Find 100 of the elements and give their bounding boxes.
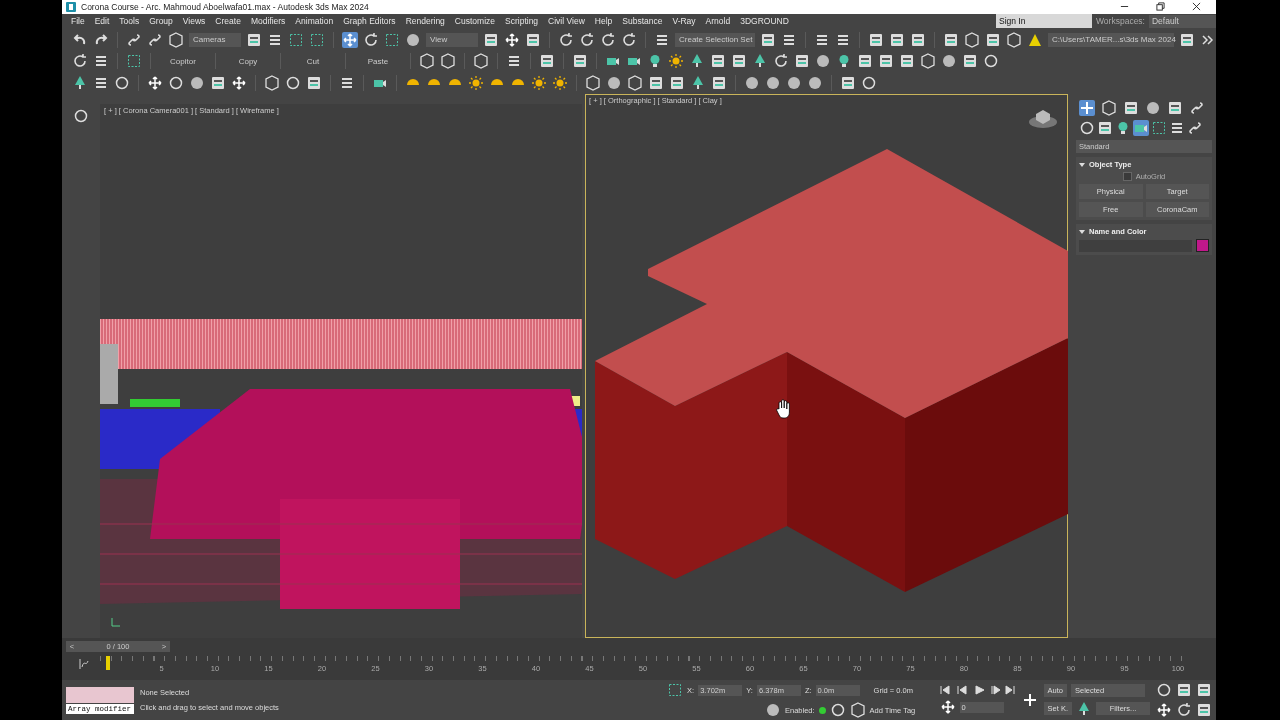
- panel-icon[interactable]: [962, 53, 978, 70]
- menu-item[interactable]: Edit: [89, 16, 115, 27]
- panel-icon[interactable]: [525, 31, 541, 48]
- playback-controls-icon[interactable]: [939, 685, 1016, 695]
- ring-icon[interactable]: [829, 702, 846, 718]
- square-icon[interactable]: [288, 31, 304, 48]
- panel-icon[interactable]: [794, 53, 810, 70]
- menu-item[interactable]: Customize: [449, 16, 500, 27]
- tree-icon[interactable]: [72, 75, 88, 92]
- square-icon[interactable]: [1151, 120, 1167, 136]
- sphere-icon[interactable]: [405, 31, 421, 48]
- view-dropdown[interactable]: View: [426, 32, 478, 47]
- menu-item[interactable]: Rendering: [400, 16, 450, 27]
- panel-icon[interactable]: [710, 53, 726, 70]
- panel-icon[interactable]: [711, 75, 727, 92]
- ring-icon[interactable]: [1079, 120, 1095, 136]
- rotate-icon[interactable]: [72, 53, 88, 70]
- curve-editor-icon[interactable]: [78, 658, 90, 670]
- caret-icon[interactable]: [1079, 228, 1085, 235]
- rotate-icon[interactable]: [363, 31, 379, 48]
- menu-item[interactable]: Graph Editors: [338, 16, 401, 27]
- panel-icon[interactable]: [1176, 682, 1192, 698]
- toolbar-button[interactable]: Copy: [224, 56, 272, 66]
- menu-item[interactable]: Views: [177, 16, 211, 27]
- tree-icon[interactable]: [752, 53, 768, 70]
- panel-icon[interactable]: [889, 31, 905, 48]
- panel-icon[interactable]: [1167, 100, 1183, 116]
- toolbar-button[interactable]: Copitor: [159, 56, 207, 66]
- move-icon[interactable]: [231, 75, 247, 92]
- sun-icon[interactable]: [468, 75, 484, 92]
- sphere-icon[interactable]: [786, 75, 802, 92]
- panel-icon[interactable]: [572, 53, 588, 70]
- sun-icon[interactable]: [668, 53, 684, 70]
- project-path-dropdown[interactable]: C:\Users\TAMER...s\3ds Max 2024: [1048, 32, 1174, 47]
- menu-item[interactable]: Animation: [290, 16, 339, 27]
- close-icon[interactable]: [1192, 2, 1201, 12]
- menu-item[interactable]: File: [66, 16, 90, 27]
- panel-icon[interactable]: [840, 75, 856, 92]
- sphere-icon[interactable]: [606, 75, 622, 92]
- panel-icon[interactable]: [1196, 682, 1212, 698]
- panel-icon[interactable]: [1196, 702, 1212, 718]
- sun-icon[interactable]: [552, 75, 568, 92]
- sphere-icon[interactable]: [764, 702, 781, 718]
- menu-item[interactable]: Substance: [617, 16, 668, 27]
- tree-icon[interactable]: [689, 53, 705, 70]
- sphere-icon[interactable]: [815, 53, 831, 70]
- script-listener-field[interactable]: [66, 686, 134, 703]
- time-marker[interactable]: [106, 656, 110, 670]
- menu-item[interactable]: Modifiers: [245, 16, 291, 27]
- menu-item[interactable]: 3DGROUND: [735, 16, 794, 27]
- ring-icon[interactable]: [168, 75, 184, 92]
- selection-set-dropdown[interactable]: Create Selection Set: [675, 32, 755, 47]
- panel-icon[interactable]: [760, 31, 776, 48]
- menu-item[interactable]: V-Ray: [667, 16, 701, 27]
- sun-icon[interactable]: [531, 75, 547, 92]
- square-icon[interactable]: [667, 682, 684, 698]
- rotate-icon[interactable]: [773, 53, 789, 70]
- ring-icon[interactable]: [983, 53, 999, 70]
- move-icon[interactable]: [1156, 702, 1172, 718]
- panel-icon[interactable]: [899, 53, 915, 70]
- sign-in-dropdown[interactable]: Sign In: [996, 14, 1092, 29]
- menu-item[interactable]: Civil View: [543, 16, 590, 27]
- panel-icon[interactable]: [210, 75, 226, 92]
- ring-icon[interactable]: [861, 75, 877, 92]
- ring-icon[interactable]: [114, 75, 130, 92]
- toolbar-button[interactable]: Cut: [289, 56, 337, 66]
- panel-icon[interactable]: [878, 53, 894, 70]
- square-icon[interactable]: [309, 31, 325, 48]
- autogrid-checkbox[interactable]: [1122, 172, 1132, 181]
- toolbar-button[interactable]: Paste: [354, 56, 402, 66]
- color-swatch[interactable]: [1196, 239, 1209, 252]
- rotate-icon[interactable]: [579, 31, 595, 48]
- menu-item[interactable]: Scripting: [500, 16, 544, 27]
- panel-icon[interactable]: [669, 75, 685, 92]
- panel-icon[interactable]: [1179, 31, 1195, 48]
- sphere-icon[interactable]: [807, 75, 823, 92]
- rotate-icon[interactable]: [621, 31, 637, 48]
- panel-icon[interactable]: [1123, 100, 1139, 116]
- panel-icon[interactable]: [910, 31, 926, 48]
- sphere-icon[interactable]: [189, 75, 205, 92]
- panel-icon[interactable]: [857, 53, 873, 70]
- square-icon[interactable]: [384, 31, 400, 48]
- ring-icon[interactable]: [285, 75, 301, 92]
- panel-icon[interactable]: [246, 31, 262, 48]
- menu-item[interactable]: Help: [589, 16, 618, 27]
- plus-icon[interactable]: [1021, 692, 1038, 708]
- workspace-dropdown[interactable]: Default: [1149, 14, 1216, 28]
- panel-icon[interactable]: [483, 31, 499, 48]
- sphere-icon[interactable]: [941, 53, 957, 70]
- move-icon[interactable]: [939, 699, 956, 715]
- rotate-icon[interactable]: [558, 31, 574, 48]
- tree-icon[interactable]: [690, 75, 706, 92]
- square-icon[interactable]: [126, 53, 142, 70]
- panel-icon[interactable]: [731, 53, 747, 70]
- menu-item[interactable]: Create: [210, 16, 246, 27]
- panel-icon[interactable]: [648, 75, 664, 92]
- ring-icon[interactable]: [1156, 682, 1172, 698]
- panel-icon[interactable]: [868, 31, 884, 48]
- sphere-icon[interactable]: [765, 75, 781, 92]
- list-icon[interactable]: [1169, 120, 1185, 136]
